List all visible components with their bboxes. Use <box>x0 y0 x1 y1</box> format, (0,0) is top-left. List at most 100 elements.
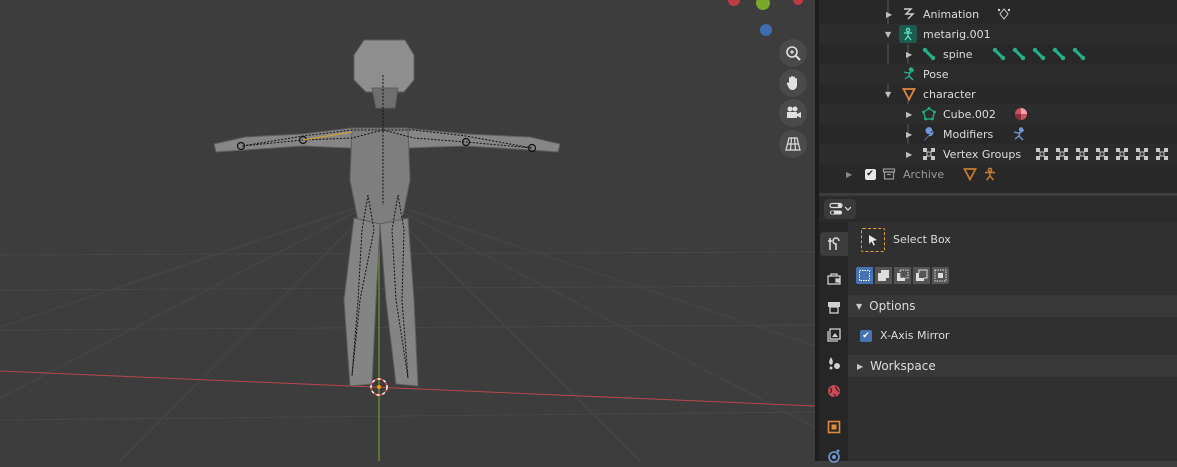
collapse-arrow-icon[interactable]: ▼ <box>885 90 891 99</box>
render-icon <box>827 273 841 285</box>
selection-mode-group <box>856 267 949 284</box>
outliner-row-vertex-groups[interactable]: ▶ Vertex Groups <box>819 144 1177 164</box>
expand-arrow-icon[interactable]: ▶ <box>846 170 852 179</box>
perspective-toggle-button[interactable] <box>779 130 807 158</box>
xmirror-label: X-Axis Mirror <box>880 329 950 342</box>
mode-extend-button[interactable] <box>875 267 892 284</box>
zoom-button[interactable] <box>779 39 807 67</box>
mesh-object-icon[interactable] <box>962 166 978 182</box>
outliner-row-cube[interactable]: ▶ Cube.002 <box>819 104 1177 124</box>
outliner-row-label: Archive <box>903 167 945 181</box>
exclude-checkbox[interactable]: ✔ <box>862 166 878 182</box>
pose-icon <box>901 66 917 82</box>
check-icon: ✔ <box>864 168 876 180</box>
expand-arrow-icon[interactable]: ▶ <box>906 110 912 119</box>
outliner-row-label: metarig.001 <box>923 27 991 41</box>
options-panel-header[interactable]: ▼ Options <box>848 295 1177 317</box>
expand-arrow-icon[interactable]: ▶ <box>906 50 912 59</box>
wrench-icon <box>921 126 937 142</box>
tab-object[interactable] <box>822 415 846 439</box>
expand-arrow-icon[interactable]: ▶ <box>886 10 892 19</box>
viewport-grid <box>0 0 815 461</box>
3d-viewport[interactable] <box>0 0 815 461</box>
expand-arrow-icon[interactable]: ▶ <box>906 150 912 159</box>
mode-subtract-button[interactable] <box>894 267 911 284</box>
outliner-row-archive[interactable]: ▶ ✔ Archive <box>819 164 1177 184</box>
mode-intersect-button[interactable] <box>932 267 949 284</box>
outliner-row-pose[interactable]: Pose <box>819 64 1177 84</box>
outliner-row-animation[interactable]: ▶ Animation <box>819 4 1177 24</box>
outliner-row-label: character <box>923 87 976 101</box>
vertex-group-icon[interactable] <box>1134 146 1150 162</box>
camera-icon <box>787 106 801 118</box>
tab-tool[interactable] <box>820 232 848 256</box>
tool-icon <box>828 237 840 250</box>
bone-icon[interactable] <box>1051 46 1067 62</box>
collection-icon <box>881 166 897 182</box>
cursor-arrow-icon <box>869 235 877 246</box>
outliner-row-modifiers[interactable]: ▶ Modifiers <box>819 124 1177 144</box>
outliner-row-label: Vertex Groups <box>943 147 1022 161</box>
output-printer-icon <box>828 302 840 314</box>
options-panel-body: ✔ X-Axis Mirror <box>848 317 1177 354</box>
vertex-group-icon[interactable] <box>1034 146 1050 162</box>
tab-world[interactable] <box>822 379 846 403</box>
outliner-row-label: Modifiers <box>943 127 994 141</box>
tab-scene[interactable] <box>822 351 846 375</box>
properties-tab-strip <box>819 222 848 463</box>
gizmo-z-neg-dot <box>793 0 803 5</box>
tab-view-layer[interactable] <box>822 323 846 347</box>
expand-arrow-icon[interactable]: ▶ <box>906 130 912 139</box>
mode-difference-button[interactable] <box>913 267 930 284</box>
tab-output[interactable] <box>822 295 846 319</box>
properties-header <box>819 196 1177 222</box>
outliner[interactable]: ▶ Animation ▼ metarig.001 ▶ spine Pose ▼… <box>819 0 1177 193</box>
bone-icon <box>921 46 937 62</box>
workspace-panel-header[interactable]: ▶ Workspace <box>848 355 1177 377</box>
object-icon <box>827 420 841 434</box>
xmirror-checkbox[interactable]: ✔ <box>860 330 872 342</box>
collapse-arrow-icon[interactable]: ▼ <box>885 30 891 39</box>
armature-modifier-icon[interactable] <box>1011 126 1027 142</box>
animation-icon <box>901 6 917 22</box>
options-panel-title: Options <box>869 299 916 313</box>
outliner-row-metarig[interactable]: ▼ metarig.001 <box>819 24 1177 44</box>
outliner-row-spine[interactable]: ▶ spine <box>819 44 1177 64</box>
mode-difference-icon <box>916 269 928 281</box>
check-icon: ✔ <box>862 330 870 341</box>
editor-type-button[interactable] <box>824 199 856 219</box>
outliner-row-label: spine <box>943 47 973 61</box>
vertex-group-icon[interactable] <box>1154 146 1170 162</box>
bone-icon[interactable] <box>991 46 1007 62</box>
mesh-object-icon <box>901 86 917 102</box>
outliner-row-label: Cube.002 <box>943 107 996 121</box>
expand-arrow-icon: ▶ <box>857 361 864 371</box>
mesh-data-icon <box>921 106 937 122</box>
tab-render[interactable] <box>822 267 846 291</box>
armature-data-icon <box>899 25 917 43</box>
outliner-row-label: Pose <box>923 67 949 81</box>
pan-button[interactable] <box>779 69 807 97</box>
camera-view-button[interactable] <box>779 99 807 127</box>
bone-icon[interactable] <box>1011 46 1027 62</box>
armature-object-icon[interactable] <box>982 166 998 182</box>
world-icon <box>828 385 840 398</box>
workspace-panel-title: Workspace <box>870 359 936 373</box>
mode-set-button[interactable] <box>856 267 873 284</box>
outliner-row-character[interactable]: ▼ character <box>819 84 1177 104</box>
bone-icon[interactable] <box>1031 46 1047 62</box>
view-layer-icon <box>827 328 841 342</box>
mode-extend-icon <box>878 270 889 281</box>
tab-modifiers[interactable] <box>822 443 846 467</box>
gizmo-y-dot <box>756 0 770 10</box>
vertex-groups-icon <box>921 146 937 162</box>
vertex-group-icon[interactable] <box>1054 146 1070 162</box>
vertex-group-icon[interactable] <box>1114 146 1130 162</box>
bone-icon[interactable] <box>1071 46 1087 62</box>
properties-editor-icon <box>829 202 851 215</box>
vertex-group-icon[interactable] <box>1074 146 1090 162</box>
keyframe-icon[interactable] <box>996 6 1012 22</box>
select-box-tool-button[interactable] <box>861 228 885 252</box>
material-icon[interactable] <box>1013 106 1029 122</box>
vertex-group-icon[interactable] <box>1094 146 1110 162</box>
